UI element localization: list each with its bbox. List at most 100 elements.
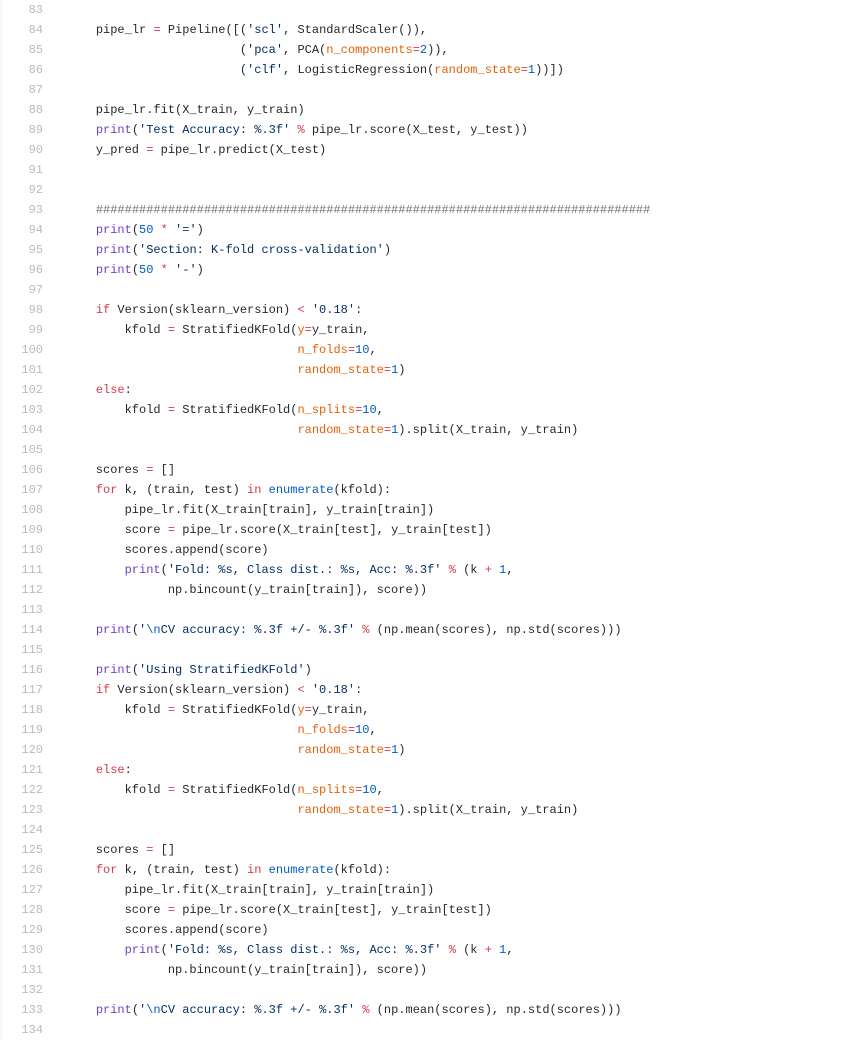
- line-number[interactable]: 96: [3, 260, 43, 280]
- code-line[interactable]: print(50 * '-'): [67, 260, 853, 280]
- line-number[interactable]: 130: [3, 940, 43, 960]
- line-number[interactable]: 85: [3, 40, 43, 60]
- code-line[interactable]: print('Test Accuracy: %.3f' % pipe_lr.sc…: [67, 120, 853, 140]
- line-number[interactable]: 120: [3, 740, 43, 760]
- code-line[interactable]: pipe_lr.fit(X_train, y_train): [67, 100, 853, 120]
- line-number[interactable]: 116: [3, 660, 43, 680]
- code-line[interactable]: [67, 280, 853, 300]
- line-number[interactable]: 83: [3, 0, 43, 20]
- code-line[interactable]: else:: [67, 760, 853, 780]
- code-line[interactable]: [67, 1020, 853, 1040]
- code-line[interactable]: ('clf', LogisticRegression(random_state=…: [67, 60, 853, 80]
- code-line[interactable]: print('\nCV accuracy: %.3f +/- %.3f' % (…: [67, 620, 853, 640]
- code-line[interactable]: score = pipe_lr.score(X_train[test], y_t…: [67, 520, 853, 540]
- line-number[interactable]: 131: [3, 960, 43, 980]
- code-line[interactable]: pipe_lr.fit(X_train[train], y_train[trai…: [67, 880, 853, 900]
- line-number[interactable]: 84: [3, 20, 43, 40]
- code-line[interactable]: kfold = StratifiedKFold(y=y_train,: [67, 320, 853, 340]
- line-number[interactable]: 101: [3, 360, 43, 380]
- line-number[interactable]: 121: [3, 760, 43, 780]
- line-number[interactable]: 100: [3, 340, 43, 360]
- code-line[interactable]: [67, 0, 853, 20]
- code-line[interactable]: [67, 820, 853, 840]
- code-line[interactable]: random_state=1).split(X_train, y_train): [67, 800, 853, 820]
- line-number[interactable]: 117: [3, 680, 43, 700]
- line-number[interactable]: 134: [3, 1020, 43, 1040]
- code-line[interactable]: score = pipe_lr.score(X_train[test], y_t…: [67, 900, 853, 920]
- line-number[interactable]: 86: [3, 60, 43, 80]
- code-line[interactable]: random_state=1).split(X_train, y_train): [67, 420, 853, 440]
- line-number[interactable]: 89: [3, 120, 43, 140]
- line-number[interactable]: 133: [3, 1000, 43, 1020]
- code-line[interactable]: [67, 440, 853, 460]
- line-number[interactable]: 88: [3, 100, 43, 120]
- code-line[interactable]: [67, 980, 853, 1000]
- line-number[interactable]: 87: [3, 80, 43, 100]
- line-number[interactable]: 109: [3, 520, 43, 540]
- code-line[interactable]: [67, 160, 853, 180]
- line-number[interactable]: 111: [3, 560, 43, 580]
- code-line[interactable]: print('Section: K-fold cross-validation'…: [67, 240, 853, 260]
- line-number[interactable]: 103: [3, 400, 43, 420]
- line-number[interactable]: 91: [3, 160, 43, 180]
- line-number[interactable]: 97: [3, 280, 43, 300]
- code-line[interactable]: print('Using StratifiedKFold'): [67, 660, 853, 680]
- line-number[interactable]: 124: [3, 820, 43, 840]
- line-number[interactable]: 127: [3, 880, 43, 900]
- code-line[interactable]: print('\nCV accuracy: %.3f +/- %.3f' % (…: [67, 1000, 853, 1020]
- line-number[interactable]: 113: [3, 600, 43, 620]
- line-number[interactable]: 102: [3, 380, 43, 400]
- code-line[interactable]: random_state=1): [67, 360, 853, 380]
- line-number[interactable]: 114: [3, 620, 43, 640]
- code-line[interactable]: scores.append(score): [67, 920, 853, 940]
- code-line[interactable]: np.bincount(y_train[train]), score)): [67, 960, 853, 980]
- code-area[interactable]: pipe_lr = Pipeline([('scl', StandardScal…: [57, 0, 853, 1040]
- code-line[interactable]: pipe_lr.fit(X_train[train], y_train[trai…: [67, 500, 853, 520]
- code-line[interactable]: scores = []: [67, 460, 853, 480]
- line-number[interactable]: 106: [3, 460, 43, 480]
- line-number[interactable]: 98: [3, 300, 43, 320]
- code-line[interactable]: ########################################…: [67, 200, 853, 220]
- code-line[interactable]: pipe_lr = Pipeline([('scl', StandardScal…: [67, 20, 853, 40]
- line-number[interactable]: 104: [3, 420, 43, 440]
- code-line[interactable]: kfold = StratifiedKFold(n_splits=10,: [67, 400, 853, 420]
- line-number[interactable]: 119: [3, 720, 43, 740]
- code-line[interactable]: scores = []: [67, 840, 853, 860]
- line-number[interactable]: 125: [3, 840, 43, 860]
- line-number[interactable]: 90: [3, 140, 43, 160]
- line-number[interactable]: 92: [3, 180, 43, 200]
- line-number[interactable]: 132: [3, 980, 43, 1000]
- code-line[interactable]: np.bincount(y_train[train]), score)): [67, 580, 853, 600]
- code-line[interactable]: if Version(sklearn_version) < '0.18':: [67, 680, 853, 700]
- code-line[interactable]: for k, (train, test) in enumerate(kfold)…: [67, 860, 853, 880]
- code-line[interactable]: n_folds=10,: [67, 720, 853, 740]
- line-number[interactable]: 122: [3, 780, 43, 800]
- line-number[interactable]: 94: [3, 220, 43, 240]
- code-line[interactable]: y_pred = pipe_lr.predict(X_test): [67, 140, 853, 160]
- code-line[interactable]: print('Fold: %s, Class dist.: %s, Acc: %…: [67, 560, 853, 580]
- code-line[interactable]: random_state=1): [67, 740, 853, 760]
- code-line[interactable]: [67, 80, 853, 100]
- line-number[interactable]: 99: [3, 320, 43, 340]
- line-number[interactable]: 107: [3, 480, 43, 500]
- code-line[interactable]: n_folds=10,: [67, 340, 853, 360]
- code-line[interactable]: kfold = StratifiedKFold(n_splits=10,: [67, 780, 853, 800]
- code-line[interactable]: else:: [67, 380, 853, 400]
- code-line[interactable]: [67, 180, 853, 200]
- line-number[interactable]: 123: [3, 800, 43, 820]
- line-number[interactable]: 110: [3, 540, 43, 560]
- code-line[interactable]: [67, 640, 853, 660]
- code-line[interactable]: print('Fold: %s, Class dist.: %s, Acc: %…: [67, 940, 853, 960]
- line-number[interactable]: 118: [3, 700, 43, 720]
- line-number[interactable]: 115: [3, 640, 43, 660]
- code-line[interactable]: ('pca', PCA(n_components=2)),: [67, 40, 853, 60]
- line-number[interactable]: 93: [3, 200, 43, 220]
- line-number[interactable]: 129: [3, 920, 43, 940]
- line-number[interactable]: 95: [3, 240, 43, 260]
- code-line[interactable]: kfold = StratifiedKFold(y=y_train,: [67, 700, 853, 720]
- line-number[interactable]: 105: [3, 440, 43, 460]
- line-number[interactable]: 126: [3, 860, 43, 880]
- code-line[interactable]: if Version(sklearn_version) < '0.18':: [67, 300, 853, 320]
- code-line[interactable]: scores.append(score): [67, 540, 853, 560]
- line-number[interactable]: 108: [3, 500, 43, 520]
